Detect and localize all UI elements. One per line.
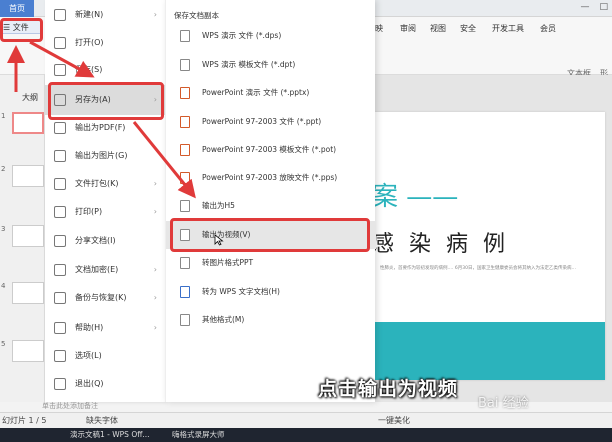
status-bar: 幻灯片 1 / 5 缺失字体 一键美化 <box>0 412 612 428</box>
menu-item-new[interactable]: 新建(N) › <box>45 2 165 28</box>
slide-number: 3 <box>1 225 6 233</box>
gear-icon <box>54 350 66 362</box>
slide-counter: 幻灯片 1 / 5 <box>2 416 47 425</box>
file-icon <box>180 59 190 71</box>
save-as-dps[interactable]: WPS 演示 文件 (*.dps) <box>166 22 376 50</box>
window-controls: — □ <box>580 2 608 12</box>
save-as-submenu: 保存文档副本 WPS 演示 文件 (*.dps) WPS 演示 模板文件 (*.… <box>165 0 376 402</box>
image-icon <box>180 257 190 269</box>
outline-tab[interactable]: 大纲 <box>22 92 38 103</box>
help-icon <box>54 322 66 334</box>
tab-vip[interactable]: 会员 <box>540 23 556 34</box>
chevron-right-icon: › <box>153 265 157 274</box>
video-caption: 点击输出为视频 <box>318 378 459 400</box>
file-icon <box>180 30 190 42</box>
menu-item-save[interactable]: 保存(S) <box>45 57 165 83</box>
doc-icon <box>180 286 190 298</box>
tab-view[interactable]: 视图 <box>430 23 446 34</box>
export-h5[interactable]: 输出为H5 <box>166 192 376 220</box>
ppt-file-icon <box>180 144 190 156</box>
menu-item-open[interactable]: 打开(O) <box>45 30 165 56</box>
save-as-pptx[interactable]: PowerPoint 演示 文件 (*.pptx) <box>166 79 376 107</box>
slide-thumbnail[interactable] <box>12 225 44 247</box>
ppt-file-icon <box>180 87 190 99</box>
cursor-icon <box>214 234 224 246</box>
taskbar-app-recorder[interactable]: 嗨格式录屏大师 <box>172 428 225 442</box>
printer-icon <box>54 206 66 218</box>
save-as-dpt[interactable]: WPS 演示 模板文件 (*.dpt) <box>166 51 376 79</box>
tab-security[interactable]: 安全 <box>460 23 476 34</box>
convert-image-ppt[interactable]: 转图片格式PPT <box>166 249 376 277</box>
slide-number: 2 <box>1 165 6 173</box>
taskbar: 演示文稿1 - WPS Off... 嗨格式录屏大师 <box>0 428 612 442</box>
menu-item-exit[interactable]: 退出(Q) <box>45 371 165 397</box>
chevron-right-icon: › <box>153 179 157 188</box>
beautify-button[interactable]: 一键美化 <box>378 413 410 428</box>
highlight-save-as <box>48 82 164 120</box>
slide-thumbnail[interactable] <box>12 340 44 362</box>
highlight-file-button <box>0 18 43 42</box>
highlight-export-video <box>170 218 370 252</box>
menu-item-share[interactable]: 分享文档(I) <box>45 228 165 254</box>
chevron-right-icon: › <box>153 10 157 19</box>
slide-number: 1 <box>1 112 6 120</box>
notes-placeholder[interactable]: 单击此处添加备注 <box>42 401 98 411</box>
tab-dev[interactable]: 开发工具 <box>492 23 524 34</box>
menu-item-print[interactable]: 打印(P) › <box>45 199 165 225</box>
menu-item-help[interactable]: 帮助(H) › <box>45 315 165 341</box>
other-formats[interactable]: 其他格式(M) <box>166 306 376 334</box>
menu-item-package[interactable]: 文件打包(K) › <box>45 171 165 197</box>
tab-review[interactable]: 审阅 <box>400 23 416 34</box>
menu-item-backup[interactable]: 备份与恢复(K) › <box>45 285 165 311</box>
slide-number: 4 <box>1 282 6 290</box>
new-icon <box>54 9 66 21</box>
slide-title-main: 案 —— <box>372 182 459 212</box>
slide-thumbnail[interactable] <box>12 282 44 304</box>
save-icon <box>54 64 66 76</box>
baidu-watermark: Bai 经验 <box>478 396 529 411</box>
slide-body-text: 性肺炎，首要作为较初发现的病例.… 6月30日，国家卫生健康委员会将其纳入为法定… <box>380 266 576 271</box>
home-tab[interactable]: 首页 <box>0 0 34 17</box>
save-as-ppt[interactable]: PowerPoint 97-2003 文件 (*.ppt) <box>166 108 376 136</box>
backup-icon <box>54 292 66 304</box>
ppt-file-icon <box>180 172 190 184</box>
chevron-right-icon: › <box>153 207 157 216</box>
taskbar-app-wps[interactable]: 演示文稿1 - WPS Off... <box>70 428 150 442</box>
file-menu: 新建(N) › 打开(O) 保存(S) 另存为(A) › 输出为PDF(F) 输… <box>45 0 165 402</box>
pdf-icon <box>54 122 66 134</box>
menu-item-export-image[interactable]: 输出为图片(G) <box>45 143 165 169</box>
save-as-pps[interactable]: PowerPoint 97-2003 放映文件 (*.pps) <box>166 164 376 192</box>
slide-thumbnail[interactable] <box>12 112 44 134</box>
slide-thumbnail[interactable] <box>12 165 44 187</box>
missing-font-button[interactable]: 缺失字体 <box>86 413 118 428</box>
lock-icon <box>54 264 66 276</box>
slide-footer-band <box>375 322 605 380</box>
convert-to-wps-doc[interactable]: 转为 WPS 文字文档(H) <box>166 278 376 306</box>
menu-item-options[interactable]: 选项(L) <box>45 343 165 369</box>
h5-icon <box>180 200 190 212</box>
save-as-pot[interactable]: PowerPoint 97-2003 模板文件 (*.pot) <box>166 136 376 164</box>
share-icon <box>54 235 66 247</box>
chevron-right-icon: › <box>153 293 157 302</box>
ppt-file-icon <box>180 116 190 128</box>
minimize-icon[interactable]: — <box>580 2 589 12</box>
slide-title-sub: 感 染 病 例 <box>372 232 509 257</box>
tab-slideshow[interactable]: 映 <box>375 23 383 34</box>
submenu-title: 保存文档副本 <box>174 11 219 20</box>
question-icon <box>180 314 190 326</box>
maximize-icon[interactable]: □ <box>599 2 608 12</box>
slide-number: 5 <box>1 340 6 348</box>
chevron-right-icon: › <box>153 323 157 332</box>
menu-item-encrypt[interactable]: 文档加密(E) › <box>45 257 165 283</box>
package-icon <box>54 178 66 190</box>
exit-icon <box>54 378 66 390</box>
image-icon <box>54 150 66 162</box>
folder-icon <box>54 37 66 49</box>
